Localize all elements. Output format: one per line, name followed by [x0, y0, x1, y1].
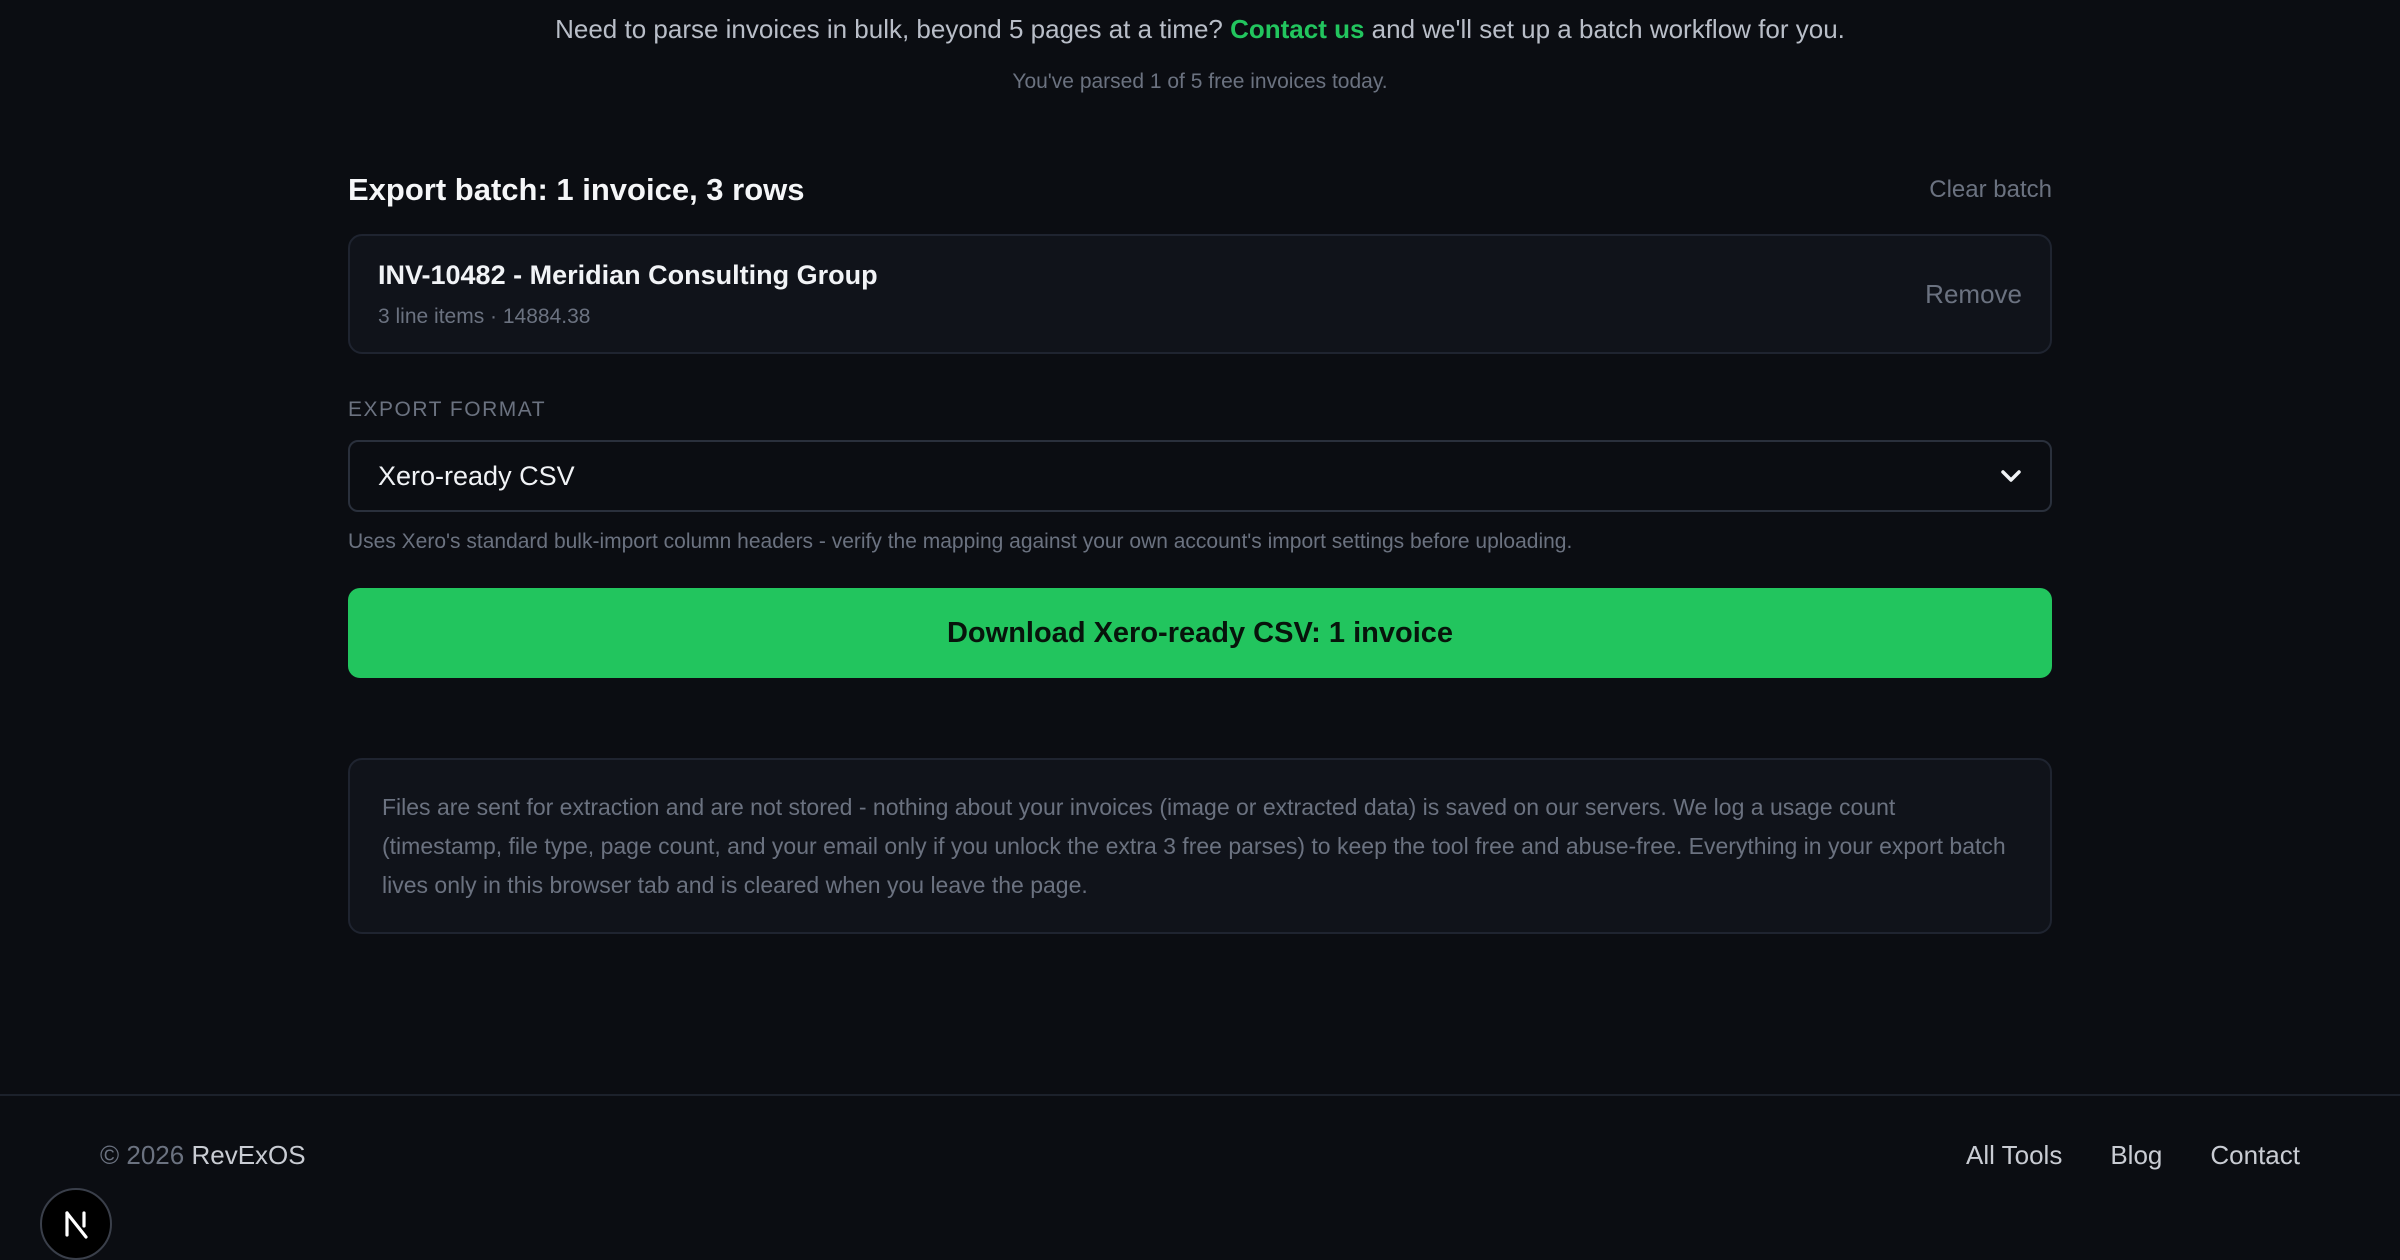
batch-title: Export batch: 1 invoice, 3 rows [348, 172, 805, 207]
footer-link-contact[interactable]: Contact [2210, 1140, 2300, 1171]
invoice-meta: 3 line items · 14884.38 [378, 304, 591, 328]
export-format-select[interactable]: Xero-ready CSV [348, 440, 2052, 512]
batch-header: Export batch: 1 invoice, 3 rows Clear ba… [348, 168, 2052, 212]
bulk-notice-suffix: and we'll set up a batch workflow for yo… [1371, 14, 1845, 44]
bulk-notice: Need to parse invoices in bulk, beyond 5… [0, 12, 2400, 46]
copyright-year: © 2026 [100, 1140, 185, 1170]
chevron-down-icon [2000, 469, 2022, 483]
remove-invoice-button[interactable]: Remove [1925, 279, 2022, 310]
nextjs-logo-glyph [65, 1211, 88, 1239]
page: Need to parse invoices in bulk, beyond 5… [0, 0, 2400, 1260]
brand-link[interactable]: RevExOS [191, 1140, 305, 1170]
copyright: © 2026 RevExOS [100, 1140, 306, 1171]
footer: © 2026 RevExOS All Tools Blog Contact [0, 1094, 2400, 1260]
export-format-label: EXPORT FORMAT [348, 398, 547, 421]
invoice-card: INV-10482 - Meridian Consulting Group 3 … [348, 234, 2052, 354]
export-format-value: Xero-ready CSV [378, 460, 575, 491]
contact-us-link[interactable]: Contact us [1230, 14, 1364, 44]
footer-link-blog[interactable]: Blog [2110, 1140, 2162, 1171]
nextjs-logo-icon[interactable] [40, 1188, 112, 1260]
usage-counter: You've parsed 1 of 5 free invoices today… [1012, 70, 1388, 93]
invoice-title: INV-10482 - Meridian Consulting Group [378, 259, 878, 290]
export-format-help: Uses Xero's standard bulk-import column … [348, 530, 1573, 553]
clear-batch-button[interactable]: Clear batch [1929, 176, 2052, 204]
privacy-notice: Files are sent for extraction and are no… [348, 758, 2052, 934]
footer-link-all-tools[interactable]: All Tools [1966, 1140, 2062, 1171]
download-csv-button[interactable]: Download Xero-ready CSV: 1 invoice [348, 588, 2052, 678]
bulk-notice-prefix: Need to parse invoices in bulk, beyond 5… [555, 14, 1223, 44]
footer-links: All Tools Blog Contact [1966, 1140, 2300, 1171]
invoice-info: INV-10482 - Meridian Consulting Group 3 … [378, 260, 878, 329]
